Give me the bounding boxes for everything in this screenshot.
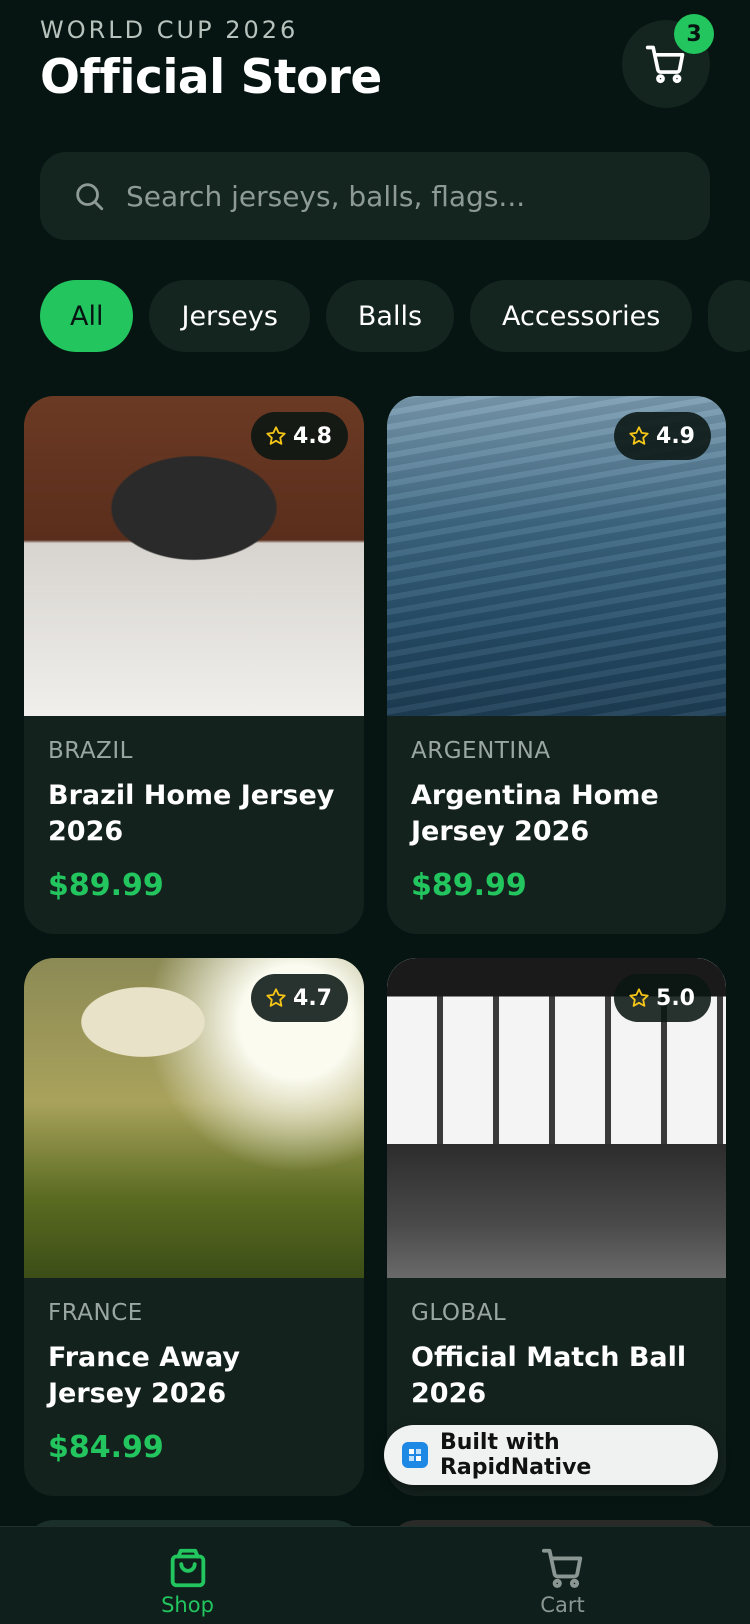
tab-cart-label: Cart [540,1593,585,1617]
product-price: $89.99 [411,868,527,903]
product-name: Brazil Home Jersey 2026 [48,780,335,847]
rating-value: 4.7 [293,985,332,1011]
cart-count-badge: 3 [674,14,714,54]
shopping-bag-icon [170,1548,205,1588]
product-image: 4.9 [387,396,726,716]
search-input[interactable]: Search jerseys, balls, flags... [40,152,710,240]
product-card[interactable]: 4.9 ARGENTINA Argentina Home Jersey 2026… [387,396,726,934]
page-title: Official Store [40,50,382,105]
filter-chip-more[interactable] [708,280,750,352]
cart-icon [541,1548,582,1588]
rating-value: 4.8 [293,423,332,449]
rating-badge: 4.9 [614,412,711,460]
product-image: 5.0 [387,958,726,1278]
star-icon [629,988,649,1007]
search-icon [76,183,104,211]
rating-badge: 5.0 [614,974,711,1022]
product-name: Official Match Ball 2026 [411,1342,687,1409]
category-filter-bar: All Jerseys Balls Accessories [40,280,750,352]
star-icon [629,426,649,445]
cart-button[interactable]: 3 [622,14,714,108]
product-name: Argentina Home Jersey 2026 [411,780,659,847]
product-price: $84.99 [48,1430,164,1465]
filter-chip-jerseys[interactable]: Jerseys [149,280,310,352]
search-placeholder: Search jerseys, balls, flags... [126,179,526,213]
built-with-label: Built with RapidNative [439,1430,592,1480]
filter-chip-all[interactable]: All [40,280,134,352]
product-name: France Away Jersey 2026 [48,1342,241,1409]
product-card[interactable]: 4.7 FRANCE France Away Jersey 2026 $84.9… [24,958,364,1496]
product-price: $89.99 [48,868,164,903]
product-card[interactable]: 5.0 GLOBAL Official Match Ball 2026 [387,958,726,1496]
store-eyebrow: WORLD CUP 2026 [40,16,299,44]
filter-chip-accessories[interactable]: Accessories [470,280,693,352]
product-image: 4.7 [24,958,364,1278]
product-image: 4.8 [24,396,364,716]
built-with-badge[interactable]: Built with RapidNative [384,1425,718,1485]
rating-value: 4.9 [656,423,695,449]
product-country: ARGENTINA [411,738,551,764]
rating-badge: 4.7 [251,974,348,1022]
product-country: GLOBAL [411,1300,507,1326]
star-icon [266,426,286,445]
product-card[interactable]: 4.8 BRAZIL Brazil Home Jersey 2026 $89.9… [24,396,364,934]
header: WORLD CUP 2026 Official Store 3 [40,14,714,116]
star-icon [266,988,286,1007]
rapidnative-logo-icon [402,1442,428,1468]
tab-shop[interactable]: Shop [0,1527,375,1624]
tab-cart[interactable]: Cart [375,1527,750,1624]
tab-shop-label: Shop [161,1593,214,1617]
product-country: FRANCE [48,1300,143,1326]
bottom-tab-bar: Shop Cart [0,1526,750,1624]
filter-chip-balls[interactable]: Balls [325,280,455,352]
product-country: BRAZIL [48,738,133,764]
rating-badge: 4.8 [251,412,348,460]
rating-value: 5.0 [656,985,695,1011]
